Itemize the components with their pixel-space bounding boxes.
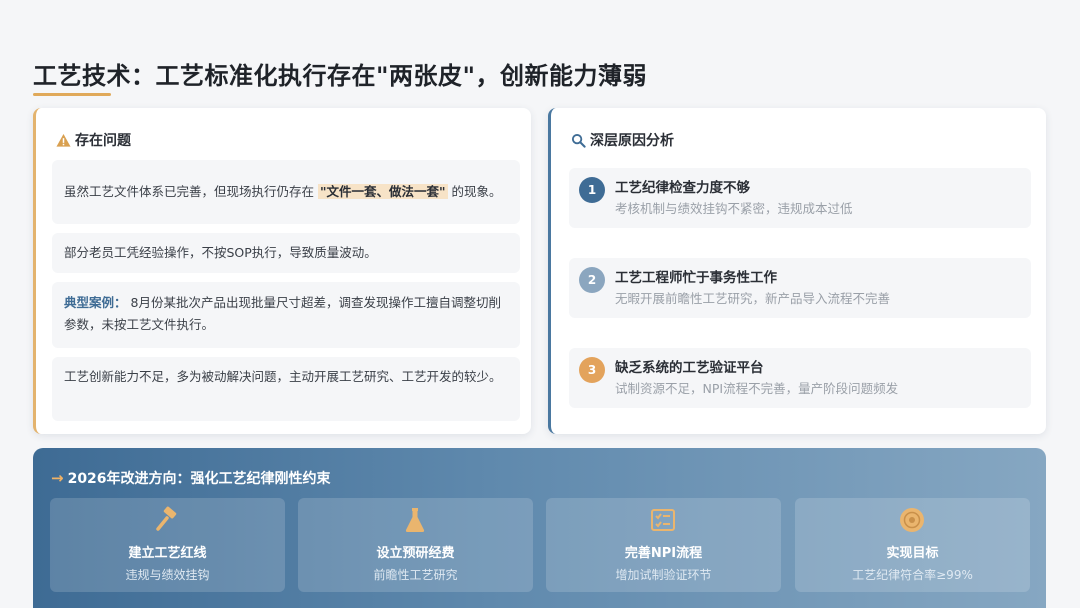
action-card-4: 实现目标 工艺纪律符合率≥99% <box>795 498 1030 592</box>
action-desc: 增加试制验证环节 <box>615 568 712 582</box>
action-title: 实现目标 <box>886 546 939 561</box>
cause-item-3: 3 缺乏系统的工艺验证平台 试制资源不足，NPI流程不完善，量产阶段问题频发 <box>569 348 1031 408</box>
action-desc: 工艺纪律符合率≥99% <box>852 568 973 582</box>
causes-heading: 深层原因分析 <box>590 133 674 149</box>
cause-number: 2 <box>579 267 605 293</box>
issue-item-1: 虽然工艺文件体系已完善，但现场执行仍存在 "文件一套、做法一套" 的现象。 <box>52 160 520 224</box>
direction-heading: 2026年改进方向：强化工艺纪律刚性约束 <box>67 471 331 487</box>
checklist-icon <box>651 509 675 531</box>
cause-number: 1 <box>579 177 605 203</box>
gavel-icon <box>156 506 177 531</box>
cause-item-1: 1 工艺纪律检查力度不够 考核机制与绩效挂钩不紧密，违规成本过低 <box>569 168 1031 228</box>
warning-icon <box>56 133 71 147</box>
issue-item-2: 部分老员工凭经验操作，不按SOP执行，导致质量波动。 <box>52 233 520 273</box>
cause-number: 3 <box>579 357 605 383</box>
target-icon <box>900 508 924 532</box>
problems-card: 存在问题 虽然工艺文件体系已完善，但现场执行仍存在 "文件一套、做法一套" 的现… <box>33 108 531 434</box>
flask-icon <box>405 508 425 532</box>
action-card-1: 建立工艺红线 违规与绩效挂钩 <box>50 498 285 592</box>
cause-desc: 无暇开展前瞻性工艺研究，新产品导入流程不完善 <box>615 291 891 306</box>
cause-title: 工艺纪律检查力度不够 <box>615 180 750 196</box>
issue-item-4: 工艺创新能力不足，多为被动解决问题，主动开展工艺研究、工艺开发的较少。 <box>52 357 520 421</box>
case-text: 8月份某批次产品出现批量尺寸超差，调查发现操作工擅自调整切削参数，未按工艺文件执… <box>64 295 501 332</box>
case-label: 典型案例： <box>64 295 127 310</box>
causes-header: 深层原因分析 <box>571 130 674 150</box>
action-card-3: 完善NPI流程 增加试制验证环节 <box>546 498 781 592</box>
direction-header: → 2026年改进方向：强化工艺纪律刚性约束 <box>51 468 331 488</box>
issue-1-text: 虽然工艺文件体系已完善，但现场执行仍存在 <box>64 184 318 199</box>
cause-item-2: 2 工艺工程师忙于事务性工作 无暇开展前瞻性工艺研究，新产品导入流程不完善 <box>569 258 1031 318</box>
search-icon <box>571 133 586 148</box>
cause-title: 工艺工程师忙于事务性工作 <box>615 270 777 286</box>
issue-4-text: 工艺创新能力不足，多为被动解决问题，主动开展工艺研究、工艺开发的较少。 <box>64 369 502 384</box>
action-title: 建立工艺红线 <box>128 546 207 561</box>
problems-heading: 存在问题 <box>75 133 131 149</box>
problems-header: 存在问题 <box>56 130 131 150</box>
action-title: 完善NPI流程 <box>624 546 703 561</box>
cause-desc: 试制资源不足，NPI流程不完善，量产阶段问题频发 <box>615 381 899 396</box>
action-title: 设立预研经费 <box>376 546 455 561</box>
action-card-2: 设立预研经费 前瞻性工艺研究 <box>298 498 533 592</box>
causes-card: 深层原因分析 1 工艺纪律检查力度不够 考核机制与绩效挂钩不紧密，违规成本过低 … <box>548 108 1046 434</box>
cause-title: 缺乏系统的工艺验证平台 <box>615 360 764 376</box>
issue-1-text-end: 的现象。 <box>447 184 502 199</box>
issue-1-highlight: "文件一套、做法一套" <box>317 184 448 199</box>
arrow-right-icon: → <box>51 469 64 487</box>
title-underline <box>33 93 111 96</box>
page-title: 工艺技术：工艺标准化执行存在"两张皮"，创新能力薄弱 <box>33 62 648 90</box>
cause-desc: 考核机制与绩效挂钩不紧密，违规成本过低 <box>615 201 853 216</box>
issue-item-case: 典型案例： 8月份某批次产品出现批量尺寸超差，调查发现操作工擅自调整切削参数，未… <box>52 282 520 348</box>
direction-panel: → 2026年改进方向：强化工艺纪律刚性约束 建立工艺红线 违规与绩效挂钩 设立… <box>33 448 1046 608</box>
action-desc: 前瞻性工艺研究 <box>373 568 458 582</box>
action-desc: 违规与绩效挂钩 <box>125 568 210 582</box>
issue-2-text: 部分老员工凭经验操作，不按SOP执行，导致质量波动。 <box>64 245 377 260</box>
